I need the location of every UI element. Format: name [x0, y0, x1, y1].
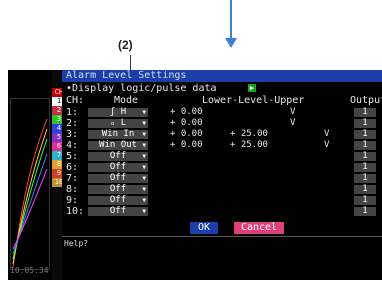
lower-level[interactable]: + 0.00: [170, 118, 203, 128]
header-levels: Lower-Level-Upper: [202, 95, 305, 106]
output-select[interactable]: 1: [354, 196, 376, 205]
unit: V: [290, 107, 296, 117]
dropdown-arrow-icon: ▼: [142, 153, 146, 160]
output-select[interactable]: 1: [354, 163, 376, 172]
mode-value: Off: [109, 206, 127, 216]
row-ch: 3:: [66, 129, 79, 140]
channel-panel: CH 1 2 3 4 5 6 7 8 9 10 10:05:34: [8, 70, 66, 280]
row-ch: 2:: [66, 118, 79, 129]
device-screen: CH 1 2 3 4 5 6 7 8 9 10 10:05:34 Alarm L…: [8, 70, 382, 280]
output-select[interactable]: 1: [354, 130, 376, 139]
output-select[interactable]: 1: [354, 141, 376, 150]
mode-value: Off: [109, 173, 127, 183]
upper-level[interactable]: + 25.00: [230, 140, 268, 150]
dropdown-arrow-icon: ▼: [142, 175, 146, 182]
mode-value: ʃ H: [109, 107, 127, 117]
dropdown-arrow-icon: ▼: [142, 120, 146, 127]
row-ch: 1:: [66, 107, 79, 118]
mode-select[interactable]: Off ▼: [88, 207, 148, 216]
output-select[interactable]: 1: [354, 185, 376, 194]
row-ch: 9:: [66, 195, 79, 206]
unit: V: [290, 118, 296, 128]
waveform-graph: [10, 98, 50, 270]
mode-select[interactable]: Off ▼: [88, 174, 148, 183]
mode-select[interactable]: Off ▼: [88, 163, 148, 172]
lower-level[interactable]: + 0.00: [170, 107, 203, 117]
dropdown-arrow-icon: ▼: [142, 109, 146, 116]
mode-select[interactable]: Off ▼: [88, 196, 148, 205]
output-select[interactable]: 1: [354, 152, 376, 161]
mode-select[interactable]: Win Out ▼: [88, 141, 148, 150]
header-output: Output: [350, 95, 382, 106]
output-select[interactable]: 1: [354, 108, 376, 117]
row-ch: 5:: [66, 151, 79, 162]
mode-value: Off: [109, 151, 127, 161]
annotation-down-arrow-head: [225, 38, 237, 48]
row-ch: 7:: [66, 173, 79, 184]
ok-button[interactable]: OK: [190, 222, 218, 234]
mode-select[interactable]: Off ▼: [88, 152, 148, 161]
row-ch: 8:: [66, 184, 79, 195]
mode-value: Win Out: [99, 140, 137, 150]
mode-value: Win In: [101, 129, 135, 139]
output-select[interactable]: 1: [354, 207, 376, 216]
mode-select[interactable]: Win In ▼: [88, 130, 148, 139]
clock-time: 10:05:34: [10, 266, 49, 275]
lower-level[interactable]: + 0.00: [170, 140, 203, 150]
mode-value: ₒ L: [109, 118, 127, 128]
annotation-label: (2): [118, 38, 133, 52]
dialog-title: Alarm Level Settings: [62, 70, 382, 82]
mode-select[interactable]: ʃ H ▼: [88, 108, 148, 117]
dropdown-arrow-icon: ▼: [142, 164, 146, 171]
dropdown-arrow-icon: ▼: [142, 197, 146, 204]
upper-level[interactable]: + 25.00: [230, 129, 268, 139]
dropdown-arrow-icon: ▼: [142, 208, 146, 215]
mode-select[interactable]: Off ▼: [88, 185, 148, 194]
dropdown-arrow-icon: ▼: [142, 131, 146, 138]
display-logic-pulse-label[interactable]: •Display logic/pulse data: [66, 83, 217, 94]
waveform-lines: [12, 118, 48, 268]
waveform-strip: [8, 70, 52, 280]
help-bar: Help?: [62, 236, 382, 250]
dropdown-arrow-icon: ▼: [142, 186, 146, 193]
alarm-level-dialog: Alarm Level Settings •Display logic/puls…: [62, 70, 382, 280]
unit: V: [324, 140, 330, 150]
header-ch: CH:: [66, 95, 85, 106]
unit: V: [324, 129, 330, 139]
annotation-down-arrow: [230, 0, 232, 40]
row-ch: 10:: [66, 206, 85, 217]
lower-level[interactable]: + 0.00: [170, 129, 203, 139]
display-logic-toggle-icon[interactable]: ▶: [248, 84, 256, 92]
row-ch: 6:: [66, 162, 79, 173]
cancel-button[interactable]: Cancel: [234, 222, 284, 234]
mode-value: Off: [109, 162, 127, 172]
mode-value: Off: [109, 184, 127, 194]
dropdown-arrow-icon: ▼: [142, 142, 146, 149]
row-ch: 4:: [66, 140, 79, 151]
mode-value: Off: [109, 195, 127, 205]
header-mode: Mode: [114, 95, 139, 106]
mode-select[interactable]: ₒ L ▼: [88, 119, 148, 128]
output-select[interactable]: 1: [354, 174, 376, 183]
output-select[interactable]: 1: [354, 119, 376, 128]
